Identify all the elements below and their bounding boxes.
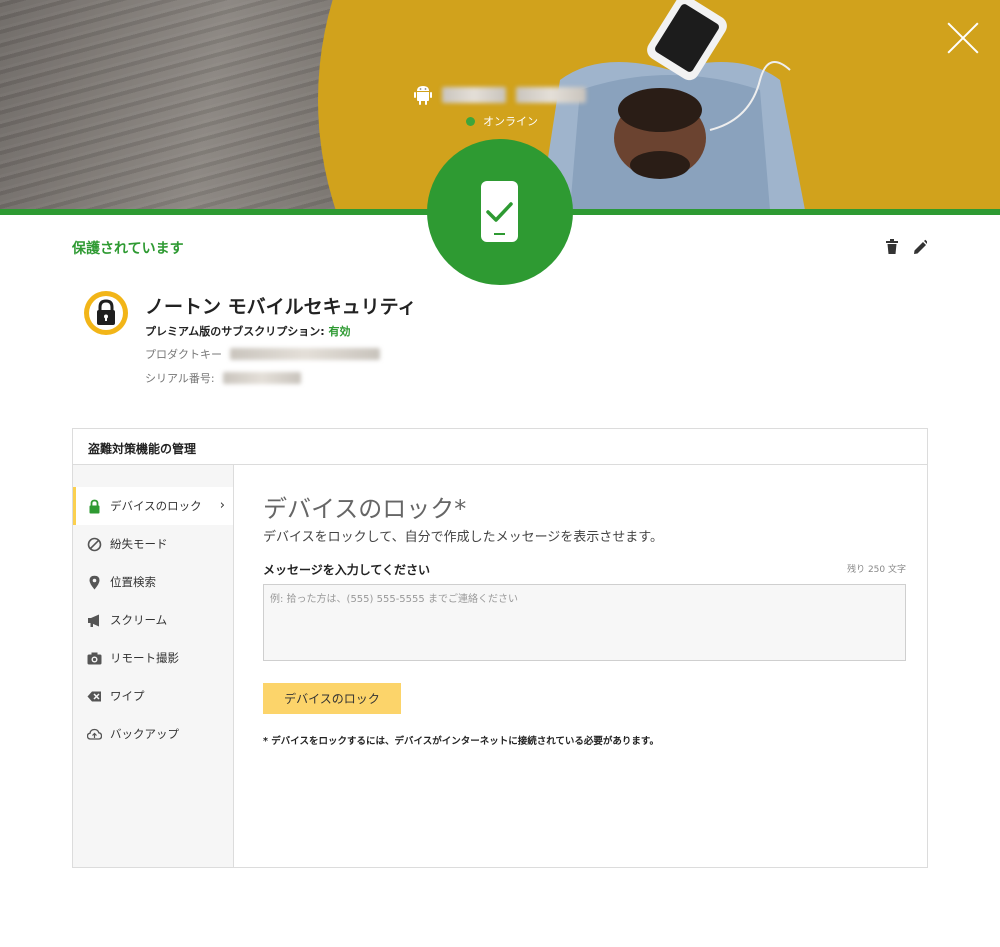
sidebar-item-label: 位置検索 — [110, 575, 156, 589]
phone-check-icon — [481, 181, 518, 242]
subscription-value: 有効 — [328, 325, 351, 338]
anti-theft-sidebar: デバイスのロック › 紛失モード 位置検索 スクリーム リモート撮影 ワイプ バ… — [73, 465, 234, 867]
content-title: デバイスのロック* — [263, 495, 467, 523]
message-label: メッセージを入力してください — [263, 563, 431, 577]
product-key-label: プロダクトキー — [145, 348, 222, 361]
cloud-backup-icon — [87, 728, 102, 740]
product-key-redacted — [230, 348, 380, 360]
status-badge — [427, 139, 573, 285]
sidebar-item-locate[interactable]: 位置検索 — [73, 563, 233, 601]
android-icon — [414, 86, 432, 105]
serial-number-redacted — [222, 372, 301, 384]
lock-device-button[interactable]: デバイスのロック — [263, 683, 401, 714]
camera-icon — [87, 652, 102, 664]
subscription-label: プレミアム版のサブスクリプション: — [145, 325, 325, 338]
pencil-icon[interactable] — [913, 239, 927, 255]
location-pin-icon — [89, 575, 100, 589]
message-input[interactable] — [263, 584, 906, 661]
erase-icon — [87, 691, 101, 701]
sidebar-item-backup[interactable]: バックアップ — [73, 715, 233, 753]
sidebar-item-remote-photo[interactable]: リモート撮影 — [73, 639, 233, 677]
sidebar-item-lost-mode[interactable]: 紛失モード — [73, 525, 233, 563]
lock-icon — [89, 499, 100, 513]
device-model-redacted — [516, 87, 586, 103]
product-key-line: プロダクトキー — [145, 346, 380, 362]
sidebar-item-wipe[interactable]: ワイプ — [73, 677, 233, 715]
product-title: ノートン モバイルセキュリティ — [145, 296, 417, 318]
megaphone-icon — [88, 614, 99, 627]
char-count: 残り 250 文字 — [847, 565, 906, 575]
sidebar-item-device-lock[interactable]: デバイスのロック › — [73, 487, 233, 525]
serial-number-label: シリアル番号: — [145, 372, 215, 385]
subscription-line: プレミアム版のサブスクリプション: 有効 — [145, 323, 350, 339]
anti-theft-panel: 盗難対策機能の管理 デバイスのロック › 紛失モード 位置検索 スクリーム リモ… — [72, 428, 928, 868]
online-status: オンライン — [466, 113, 538, 129]
sidebar-item-label: 紛失モード — [110, 537, 168, 551]
device-name-redacted — [442, 87, 506, 103]
chevron-right-icon: › — [219, 498, 225, 513]
sidebar-item-label: リモート撮影 — [110, 651, 179, 665]
sidebar-item-label: デバイスのロック — [110, 499, 202, 513]
norton-lock-icon — [84, 291, 128, 335]
online-dot-icon — [466, 116, 475, 126]
online-status-text: オンライン — [483, 115, 538, 128]
requirement-note: * デバイスをロックするには、デバイスがインターネットに接続されている必要があり… — [263, 736, 659, 747]
sidebar-item-scream[interactable]: スクリーム — [73, 601, 233, 639]
close-icon[interactable] — [945, 20, 981, 56]
serial-number-line: シリアル番号: — [145, 370, 301, 386]
sidebar-item-label: スクリーム — [110, 613, 168, 627]
sidebar-item-label: バックアップ — [110, 727, 179, 741]
panel-header: 盗難対策機能の管理 — [73, 429, 927, 465]
content-description: デバイスをロックして、自分で作成したメッセージを表示させます。 — [263, 530, 664, 545]
protection-status: 保護されています — [72, 241, 184, 257]
device-lock-content: デバイスのロック* デバイスをロックして、自分で作成したメッセージを表示させます… — [234, 465, 927, 867]
device-name-row — [414, 85, 586, 105]
prohibited-icon — [87, 537, 102, 551]
sidebar-item-label: ワイプ — [110, 689, 145, 703]
trash-icon[interactable] — [885, 239, 899, 255]
